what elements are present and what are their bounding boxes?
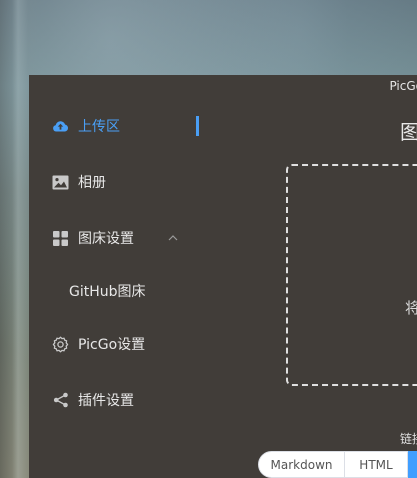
image-icon bbox=[52, 174, 69, 191]
sidebar-item-picgo-settings[interactable]: PicGo设置 bbox=[29, 324, 207, 364]
window-title: PicGo bbox=[389, 79, 417, 93]
grid-icon bbox=[52, 230, 69, 247]
picgo-window: PicGo 上传区 相册 bbox=[29, 75, 417, 478]
sidebar-item-label: GitHub图床 bbox=[69, 284, 146, 300]
cloud-upload-icon bbox=[52, 118, 69, 135]
sidebar-item-plugin-settings[interactable]: 插件设置 bbox=[29, 380, 207, 420]
active-indicator bbox=[196, 116, 199, 136]
upload-dropzone[interactable] bbox=[286, 164, 417, 386]
sidebar-item-label: 相册 bbox=[78, 175, 106, 191]
format-html-button[interactable]: HTML bbox=[345, 451, 408, 478]
sidebar: 上传区 相册 图床设置 GitHub图床 PicGo设置 插件设置 bbox=[29, 75, 207, 478]
sidebar-item-upload[interactable]: 上传区 bbox=[29, 106, 207, 146]
link-format-group: Markdown HTML bbox=[258, 451, 417, 478]
share-icon bbox=[52, 392, 69, 409]
format-markdown-button[interactable]: Markdown bbox=[258, 451, 345, 478]
link-format-label: 链接 bbox=[400, 432, 417, 446]
sidebar-item-picbed-settings[interactable]: 图床设置 bbox=[29, 218, 207, 258]
sidebar-item-label: 插件设置 bbox=[78, 393, 134, 409]
gear-icon bbox=[52, 336, 69, 353]
sidebar-item-label: 图床设置 bbox=[78, 231, 134, 247]
upload-hint-text: 将 bbox=[405, 299, 417, 317]
sidebar-item-github[interactable]: GitHub图床 bbox=[29, 271, 207, 311]
page-title: 图 bbox=[400, 120, 417, 144]
sidebar-item-label: PicGo设置 bbox=[78, 337, 146, 353]
sidebar-item-gallery[interactable]: 相册 bbox=[29, 162, 207, 202]
sidebar-item-label: 上传区 bbox=[78, 119, 120, 135]
format-selected-button[interactable] bbox=[408, 451, 417, 478]
chevron-up-icon bbox=[167, 232, 179, 244]
